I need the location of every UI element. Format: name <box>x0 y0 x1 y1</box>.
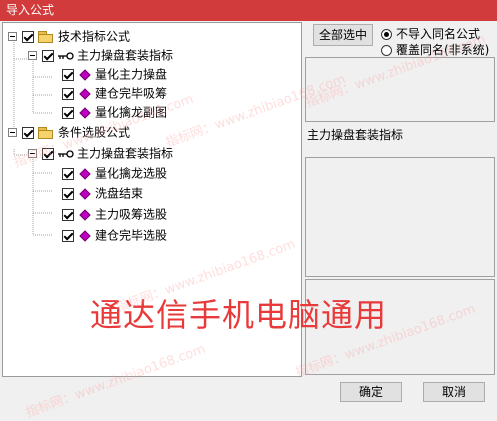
tree-node-tech-formulas[interactable]: 技术指标公式 <box>8 27 130 45</box>
node-checkbox[interactable] <box>42 49 54 62</box>
diamond-icon <box>79 208 91 221</box>
diamond-icon <box>79 106 91 119</box>
diamond-icon <box>79 68 91 81</box>
tree-node-screening-formulas[interactable]: 条件选股公式 <box>8 123 130 141</box>
node-checkbox[interactable] <box>62 68 74 81</box>
node-label: 主力操盘套装指标 <box>77 48 174 63</box>
tree-node-leaf[interactable]: 建仓完毕选股 <box>62 226 167 244</box>
window-title: 导入公式 <box>6 3 55 17</box>
node-label: 主力操盘套装指标 <box>77 146 174 161</box>
node-checkbox[interactable] <box>62 167 74 180</box>
node-label: 建仓完毕吸筹 <box>95 86 168 101</box>
node-checkbox[interactable] <box>62 106 74 119</box>
collapse-toggle[interactable] <box>28 149 37 158</box>
tree-node-leaf[interactable]: 量化擒龙副图 <box>62 103 167 121</box>
radio-no-import[interactable] <box>381 29 392 40</box>
node-checkbox[interactable] <box>62 187 74 200</box>
key-icon <box>58 51 74 60</box>
ok-button[interactable]: 确定 <box>340 382 402 402</box>
diamond-icon <box>79 187 91 200</box>
cancel-button[interactable]: 取消 <box>423 382 485 402</box>
node-label: 量化主力操盘 <box>95 67 168 82</box>
option-overwrite-label: 覆盖同名(非系统) <box>396 43 490 57</box>
node-checkbox[interactable] <box>62 229 74 242</box>
tree-node-leaf[interactable]: 洗盘结束 <box>62 184 143 202</box>
node-checkbox[interactable] <box>42 147 54 160</box>
node-label: 条件选股公式 <box>58 125 131 140</box>
node-checkbox[interactable] <box>22 126 34 139</box>
node-checkbox[interactable] <box>22 30 34 43</box>
option-overwrite[interactable]: 覆盖同名(非系统) <box>381 42 489 58</box>
tree-node-main-indicator-pack[interactable]: 主力操盘套装指标 <box>28 144 173 162</box>
tree-node-leaf[interactable]: 建仓完毕吸筹 <box>62 84 167 102</box>
node-label: 建仓完毕选股 <box>95 228 168 243</box>
radio-overwrite[interactable] <box>381 45 392 56</box>
folder-icon <box>38 30 54 43</box>
node-label: 量化擒龙选股 <box>95 166 168 181</box>
selected-formula-name: 主力操盘套装指标 <box>307 128 404 142</box>
node-label: 主力吸筹选股 <box>95 207 168 222</box>
diamond-icon <box>79 229 91 242</box>
select-all-button[interactable]: 全部选中 <box>313 24 373 46</box>
tree-node-leaf[interactable]: 量化擒龙选股 <box>62 164 167 182</box>
title-bar: 导入公式 <box>0 0 497 21</box>
tree-node-leaf[interactable]: 主力吸筹选股 <box>62 205 167 223</box>
option-no-import[interactable]: 不导入同名公式 <box>381 26 480 42</box>
diamond-icon <box>79 167 91 180</box>
node-label: 技术指标公式 <box>58 29 131 44</box>
promo-banner-text: 通达信手机电脑通用 <box>90 296 388 334</box>
tree-node-leaf[interactable]: 量化主力操盘 <box>62 65 167 83</box>
collapse-toggle[interactable] <box>28 51 37 60</box>
node-label: 量化擒龙副图 <box>95 105 168 120</box>
key-icon <box>58 149 74 158</box>
description-panel <box>305 157 495 277</box>
tree-node-main-indicator-pack[interactable]: 主力操盘套装指标 <box>28 46 173 64</box>
collapse-toggle[interactable] <box>8 128 17 137</box>
folder-icon <box>38 126 54 139</box>
diamond-icon <box>79 87 91 100</box>
option-no-import-label: 不导入同名公式 <box>396 27 481 41</box>
node-checkbox[interactable] <box>62 87 74 100</box>
preview-panel-top <box>305 57 495 122</box>
node-checkbox[interactable] <box>62 208 74 221</box>
node-label: 洗盘结束 <box>95 186 144 201</box>
collapse-toggle[interactable] <box>8 32 17 41</box>
